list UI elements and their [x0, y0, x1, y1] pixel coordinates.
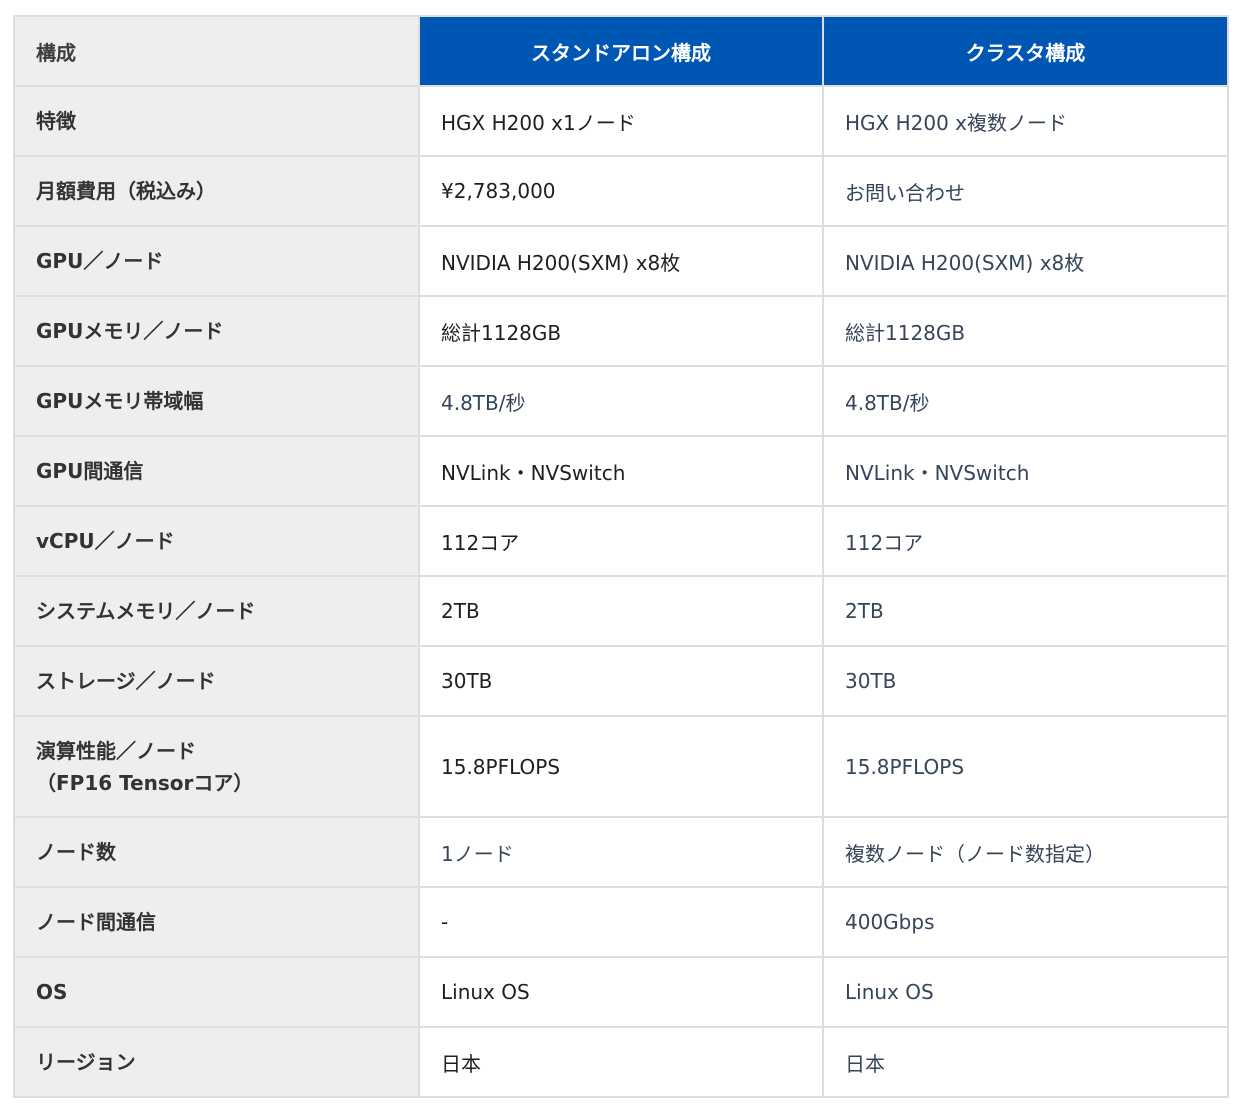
cluster-value: HGX H200 x複数ノード: [822, 85, 1229, 157]
table-row-gpu-per-node: GPU／ノード NVIDIA H200(SXM) x8枚 NVIDIA H200…: [13, 225, 1229, 297]
header-cluster: クラスタ構成: [822, 15, 1229, 87]
table-row-vcpu: vCPU／ノード 112コア 112コア: [13, 505, 1229, 577]
row-label: ストレージ／ノード: [13, 645, 420, 717]
cluster-value: 15.8PFLOPS: [822, 715, 1229, 818]
table-row-node-count: ノード数 1ノード 複数ノード（ノード数指定）: [13, 816, 1229, 888]
table-row-os: OS Linux OS Linux OS: [13, 956, 1229, 1028]
table-row-compute-performance: 演算性能／ノード （FP16 Tensorコア） 15.8PFLOPS 15.8…: [13, 715, 1229, 818]
cluster-value: 日本: [822, 1026, 1229, 1098]
cluster-value: 複数ノード（ノード数指定）: [822, 816, 1229, 888]
row-label: 特徴: [13, 85, 420, 157]
cluster-value: お問い合わせ: [822, 155, 1229, 227]
standalone-value: 2TB: [418, 575, 824, 647]
table-row-gpu-memory: GPUメモリ／ノード 総計1128GB 総計1128GB: [13, 295, 1229, 367]
row-label-line1: 演算性能／ノード: [36, 738, 196, 763]
row-label-line2: （FP16 Tensorコア）: [36, 770, 254, 795]
table-row-node-interconnect: ノード間通信 - 400Gbps: [13, 886, 1229, 958]
header-config-label: 構成: [13, 15, 420, 87]
cluster-value: 総計1128GB: [822, 295, 1229, 367]
row-label: ノード間通信: [13, 886, 420, 958]
standalone-value: 30TB: [418, 645, 824, 717]
standalone-value: 112コア: [418, 505, 824, 577]
row-label: GPU／ノード: [13, 225, 420, 297]
standalone-value: 4.8TB/秒: [418, 365, 824, 437]
standalone-value: NVLink・NVSwitch: [418, 435, 824, 507]
table-row-monthly-cost: 月額費用（税込み） ¥2,783,000 お問い合わせ: [13, 155, 1229, 227]
table-row-storage: ストレージ／ノード 30TB 30TB: [13, 645, 1229, 717]
cluster-value: 112コア: [822, 505, 1229, 577]
standalone-value: -: [418, 886, 824, 958]
cluster-value: NVLink・NVSwitch: [822, 435, 1229, 507]
cluster-value: 2TB: [822, 575, 1229, 647]
row-label: リージョン: [13, 1026, 420, 1098]
cluster-value: 4.8TB/秒: [822, 365, 1229, 437]
table-row-gpu-bandwidth: GPUメモリ帯域幅 4.8TB/秒 4.8TB/秒: [13, 365, 1229, 437]
standalone-value: 1ノード: [418, 816, 824, 888]
cluster-value: 30TB: [822, 645, 1229, 717]
cluster-value: Linux OS: [822, 956, 1229, 1028]
standalone-value: HGX H200 x1ノード: [418, 85, 824, 157]
row-label: GPUメモリ帯域幅: [13, 365, 420, 437]
cluster-value: NVIDIA H200(SXM) x8枚: [822, 225, 1229, 297]
table-row-gpu-interconnect: GPU間通信 NVLink・NVSwitch NVLink・NVSwitch: [13, 435, 1229, 507]
standalone-value: 総計1128GB: [418, 295, 824, 367]
row-label: GPUメモリ／ノード: [13, 295, 420, 367]
cluster-value: 400Gbps: [822, 886, 1229, 958]
standalone-value: 15.8PFLOPS: [418, 715, 824, 818]
table-row-region: リージョン 日本 日本: [13, 1026, 1229, 1098]
header-standalone: スタンドアロン構成: [418, 15, 824, 87]
row-label: GPU間通信: [13, 435, 420, 507]
table-row-system-memory: システムメモリ／ノード 2TB 2TB: [13, 575, 1229, 647]
row-label: 月額費用（税込み）: [13, 155, 420, 227]
standalone-value: 日本: [418, 1026, 824, 1098]
spec-comparison-table: 構成 スタンドアロン構成 クラスタ構成 特徴 HGX H200 x1ノード HG…: [13, 15, 1229, 1098]
row-label: ノード数: [13, 816, 420, 888]
table-header-row: 構成 スタンドアロン構成 クラスタ構成: [13, 15, 1229, 87]
row-label: システムメモリ／ノード: [13, 575, 420, 647]
row-label: vCPU／ノード: [13, 505, 420, 577]
standalone-value: Linux OS: [418, 956, 824, 1028]
row-label: OS: [13, 956, 420, 1028]
row-label: 演算性能／ノード （FP16 Tensorコア）: [13, 715, 420, 818]
standalone-value: ¥2,783,000: [418, 155, 824, 227]
standalone-value: NVIDIA H200(SXM) x8枚: [418, 225, 824, 297]
table-row-features: 特徴 HGX H200 x1ノード HGX H200 x複数ノード: [13, 85, 1229, 157]
